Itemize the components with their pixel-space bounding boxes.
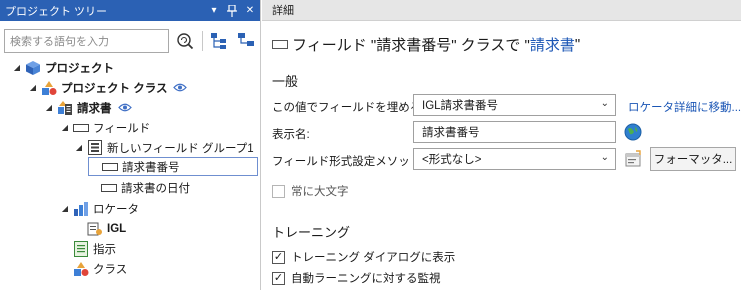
details-header: 詳細 <box>262 0 741 21</box>
field-icon <box>272 40 288 49</box>
project-tree-title: プロジェクト ツリー <box>5 5 108 18</box>
details-title-suffix: " <box>574 36 581 53</box>
document-class-icon <box>56 100 74 116</box>
field-group-icon <box>86 140 104 156</box>
tree-node-project[interactable]: ◢ プロジェクト <box>12 58 114 77</box>
tree-node-label: クラス <box>93 263 128 276</box>
details-title: フィールド "請求書番号" クラスで " 請求書 " <box>272 34 580 55</box>
fill-field-value: IGL請求書番号 <box>422 100 499 112</box>
show-in-training-dialog-checkbox[interactable]: ✓ トレーニング ダイアログに表示 <box>272 249 455 265</box>
tree-node-invoice-class[interactable]: ◢ 請求書 <box>44 98 132 117</box>
class-shapes-icon <box>72 261 90 277</box>
tree-node-project-classes[interactable]: ◢ プロジェクト クラス <box>28 78 188 97</box>
panel-menu-icon[interactable]: ▾ <box>206 3 222 19</box>
tree-node-label: フィールド <box>93 122 151 135</box>
tree-node-label: 指示 <box>93 243 116 256</box>
search-icon[interactable] <box>174 30 196 52</box>
project-tree-panel: プロジェクト ツリー ▾ ✕ 検索する語句を入力 ◢ プロジェクト ◢ プロジェ… <box>0 0 261 290</box>
display-name-label: 表示名: <box>272 129 310 141</box>
always-uppercase-checkbox[interactable]: 常に大文字 <box>272 183 349 199</box>
tree-node-fields[interactable]: ◢ フィールド <box>60 118 150 137</box>
eye-icon[interactable] <box>117 103 132 112</box>
show-in-training-dialog-label: トレーニング ダイアログに表示 <box>291 252 456 264</box>
fill-field-label: この値でフィールドを埋める: <box>272 102 425 114</box>
format-method-select[interactable]: <形式なし> ⌄ <box>413 148 616 170</box>
collapse-all-icon[interactable] <box>235 30 257 52</box>
properties-icon[interactable] <box>622 148 644 170</box>
expand-arrow-icon[interactable]: ◢ <box>74 143 84 152</box>
chevron-down-icon: ⌄ <box>600 152 609 163</box>
field-icon <box>72 120 90 136</box>
chevron-down-icon: ⌄ <box>600 98 609 109</box>
tree-node-invoice-date[interactable]: 請求書の日付 <box>88 178 190 197</box>
eye-icon[interactable] <box>173 83 188 92</box>
fill-field-select[interactable]: IGL請求書番号 ⌄ <box>413 94 616 116</box>
field-icon <box>101 159 119 175</box>
class-link[interactable]: 請求書 <box>530 34 575 55</box>
tree-node-label: 請求書番号 <box>122 161 180 174</box>
tree-node-label: ロケータ <box>93 203 139 216</box>
locator-icon <box>72 201 90 217</box>
details-title-prefix: フィールド "請求書番号" クラスで " <box>292 37 530 54</box>
expand-arrow-icon[interactable]: ◢ <box>60 123 70 132</box>
tree-node-label: 新しいフィールド グループ1 <box>107 142 254 155</box>
pin-icon[interactable] <box>224 3 240 19</box>
tree-node-instructions[interactable]: 指示 <box>60 239 116 258</box>
locator-details-link[interactable]: ロケータ詳細に移動... <box>628 99 741 115</box>
training-section-heading: トレーニング <box>272 225 351 240</box>
cube-icon <box>24 60 42 76</box>
auto-learning-monitor-label: 自動ラーニングに対する監視 <box>291 273 441 285</box>
display-name-input[interactable]: 請求書番号 <box>413 121 616 143</box>
auto-learning-monitor-checkbox[interactable]: ✓ 自動ラーニングに対する監視 <box>272 270 441 286</box>
tree-node-label: IGL <box>107 222 127 235</box>
formatter-button[interactable]: フォーマッタ... <box>650 147 736 171</box>
igl-icon <box>86 221 104 237</box>
close-icon[interactable]: ✕ <box>242 3 258 19</box>
details-panel: 詳細 フィールド "請求書番号" クラスで " 請求書 " 一般 この値でフィールド… <box>262 0 741 290</box>
expand-arrow-icon[interactable]: ◢ <box>44 103 54 112</box>
format-method-label: フィールド形式設定メソッド: <box>272 156 425 168</box>
always-uppercase-label: 常に大文字 <box>291 186 349 198</box>
tree-node-invoice-number[interactable]: 請求書番号 <box>88 157 258 176</box>
expand-arrow-icon[interactable]: ◢ <box>12 63 22 72</box>
expand-all-icon[interactable] <box>208 30 230 52</box>
tree-toolbar: 検索する語句を入力 <box>4 28 257 54</box>
tree-node-classes[interactable]: クラス <box>60 259 127 278</box>
tree-node-label: 請求書 <box>77 102 112 115</box>
format-method-value: <形式なし> <box>422 154 482 166</box>
project-tree-titlebar: プロジェクト ツリー ▾ ✕ <box>0 0 260 21</box>
instructions-icon <box>72 240 90 257</box>
class-shapes-icon <box>40 80 58 96</box>
tree-search-input[interactable]: 検索する語句を入力 <box>4 29 170 53</box>
tree-node-label: プロジェクト <box>45 62 114 75</box>
toolbar-separator <box>202 31 204 51</box>
tree-node-field-group[interactable]: ◢ 新しいフィールド グループ1 <box>74 138 254 157</box>
expand-arrow-icon[interactable]: ◢ <box>28 83 38 92</box>
tree-node-locators[interactable]: ◢ ロケータ <box>60 199 139 218</box>
checkbox-box[interactable]: ✓ <box>272 271 285 285</box>
general-section-heading: 一般 <box>272 74 299 89</box>
globe-icon[interactable] <box>622 121 644 143</box>
checkbox-box[interactable]: ✓ <box>272 250 285 264</box>
tree-node-label: プロジェクト クラス <box>61 82 168 95</box>
field-icon <box>100 180 118 196</box>
tree-node-label: 請求書の日付 <box>121 182 190 195</box>
expand-arrow-icon[interactable]: ◢ <box>60 204 70 213</box>
checkbox-box[interactable] <box>272 184 285 198</box>
tree-node-igl[interactable]: IGL <box>74 219 126 238</box>
